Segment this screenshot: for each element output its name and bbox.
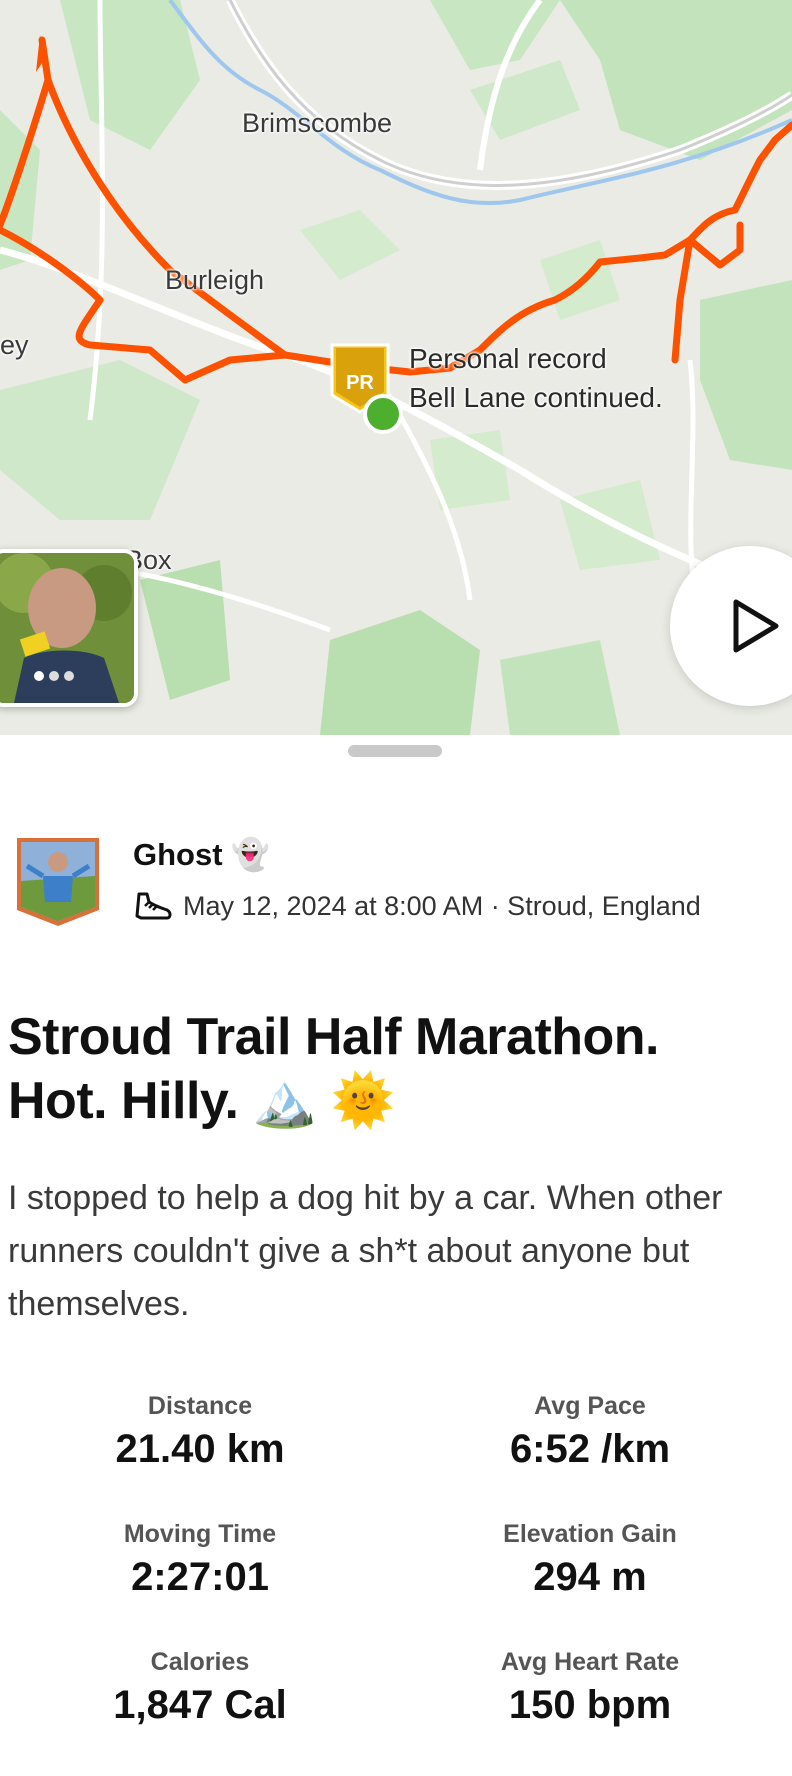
title-emoji: 🏔️ 🌞 (252, 1072, 395, 1130)
stat-elevation-gain: Elevation Gain 294 m (430, 1520, 750, 1600)
stat-calories: Calories 1,847 Cal (40, 1648, 360, 1728)
stat-value: 294 m (533, 1555, 647, 1599)
park-area (430, 0, 560, 70)
sheet-drag-handle[interactable] (348, 745, 442, 757)
stat-label: Distance (147, 1392, 253, 1420)
athlete-name-row[interactable]: Ghost 👻 (133, 836, 270, 873)
route-map[interactable]: Brimscombe Burleigh ey Box PR Personal r… (0, 0, 792, 735)
activity-title: Stroud Trail Half Marathon. Hot. Hilly. … (8, 1005, 778, 1133)
stat-label: Calories (150, 1648, 250, 1676)
stat-value: 21.40 km (115, 1427, 285, 1471)
start-marker (363, 394, 403, 434)
stat-label: Moving Time (123, 1520, 277, 1548)
place-label-burleigh: Burleigh (165, 265, 265, 295)
park-area (140, 560, 230, 700)
stat-label: Avg Pace (534, 1392, 646, 1420)
pr-label-title: Personal record (409, 343, 607, 374)
activity-description: I stopped to help a dog hit by a car. Wh… (8, 1179, 723, 1323)
park-area (0, 360, 200, 520)
photo-pager-dots (34, 671, 74, 681)
park-area (320, 610, 480, 735)
stat-value: 2:27:01 (131, 1555, 269, 1599)
park-area (700, 280, 792, 470)
stat-avg-heart-rate: Avg Heart Rate 150 bpm (430, 1648, 750, 1728)
stat-distance: Distance 21.40 km (40, 1392, 360, 1472)
park-area (300, 210, 400, 280)
place-label-partial: ey (0, 330, 29, 360)
athlete-name[interactable]: Ghost (133, 837, 223, 872)
stat-moving-time: Moving Time 2:27:01 (40, 1520, 360, 1600)
play-icon (733, 599, 779, 653)
stat-label: Avg Heart Rate (500, 1648, 680, 1676)
park-area (60, 0, 200, 150)
athlete-avatar[interactable] (15, 836, 101, 928)
route-line (671, 236, 694, 364)
pr-badge-text: PR (346, 372, 374, 394)
activity-date-location: May 12, 2024 at 8:00 AM · Stroud, Englan… (183, 890, 701, 921)
shoe-icon (135, 892, 172, 920)
ghost-emoji: 👻 (231, 837, 270, 872)
avatar-image (17, 838, 99, 926)
stat-avg-pace: Avg Pace 6:52 /km (430, 1392, 750, 1472)
stat-value: 1,847 Cal (113, 1683, 287, 1727)
stat-value: 150 bpm (508, 1683, 672, 1727)
place-label-brimscombe: Brimscombe (242, 108, 393, 138)
activity-title-line2: Hot. Hilly. (8, 1072, 239, 1130)
activity-meta: May 12, 2024 at 8:00 AM · Stroud, Englan… (133, 888, 701, 924)
pr-label-segment[interactable]: Bell Lane continued. (409, 379, 663, 417)
activity-photo-thumbnail[interactable] (0, 549, 138, 707)
activity-title-line1: Stroud Trail Half Marathon. (8, 1008, 660, 1066)
stat-label: Elevation Gain (503, 1520, 677, 1548)
stat-value: 6:52 /km (509, 1427, 671, 1471)
park-area (500, 640, 620, 735)
